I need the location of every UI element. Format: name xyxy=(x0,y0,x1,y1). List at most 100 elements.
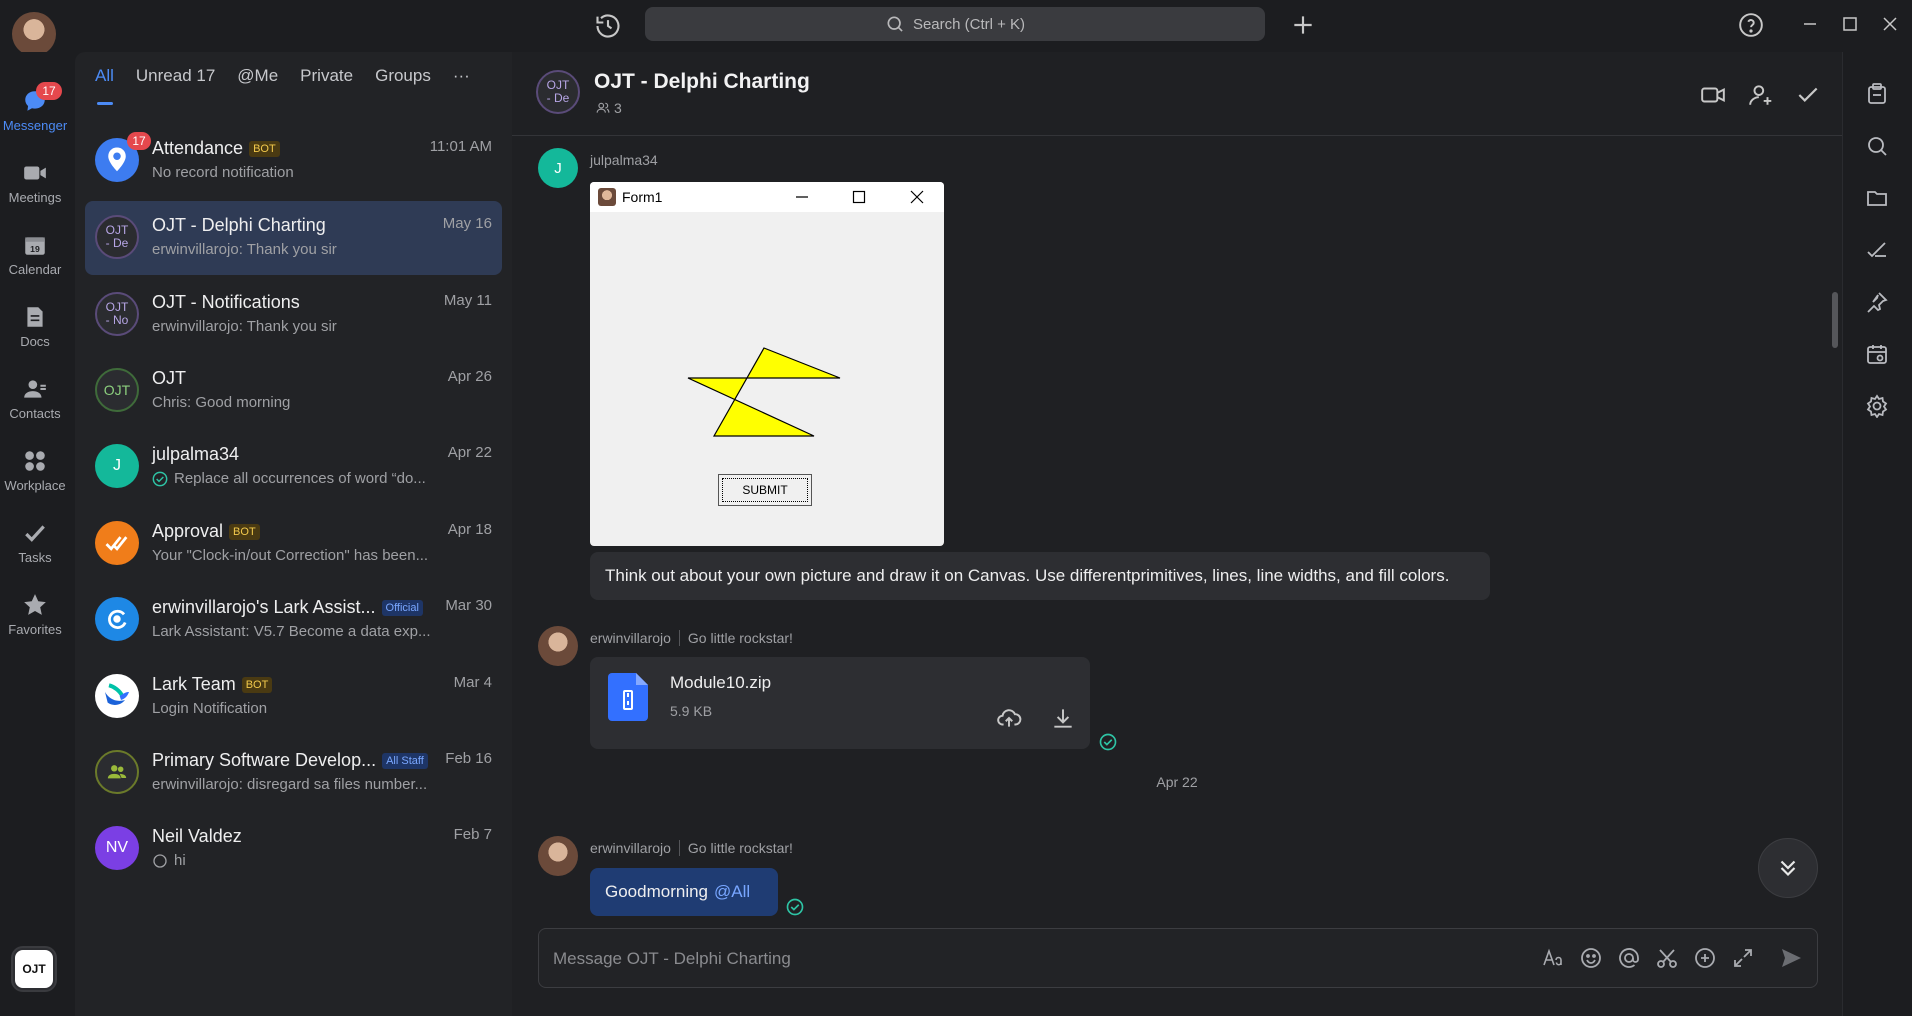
video-call-icon[interactable] xyxy=(1700,82,1726,108)
app-navigation-rail: Messenger 17 Meetings 19 Calendar Docs C… xyxy=(0,52,70,1016)
tab-private[interactable]: Private xyxy=(300,66,353,86)
tasks-check-icon[interactable] xyxy=(1865,238,1889,262)
message-text: Think out about your own picture and dra… xyxy=(605,566,1450,585)
group-avatar: OJT - No xyxy=(95,292,139,336)
chat-item-ojt[interactable]: OJT OJT Chris: Good morning Apr 26 xyxy=(85,354,502,428)
file-size: 5.9 KB xyxy=(670,703,713,719)
gear-icon[interactable] xyxy=(1865,394,1889,418)
done-check-icon[interactable] xyxy=(1795,82,1821,108)
message-bubble[interactable]: Think out about your own picture and dra… xyxy=(590,552,1490,600)
grid-icon xyxy=(22,448,48,474)
sender-name[interactable]: erwinvillarojo xyxy=(590,840,671,856)
sender-avatar[interactable] xyxy=(538,836,578,876)
message-composer xyxy=(538,928,1818,988)
scissors-icon[interactable] xyxy=(1655,946,1679,970)
chat-name: erwinvillarojo's Lark Assist... xyxy=(152,597,376,617)
help-icon[interactable] xyxy=(1738,12,1764,38)
chat-item-ojt-delphi-charting[interactable]: OJT - De OJT - Delphi Charting erwinvilla… xyxy=(85,201,502,275)
organization-logo[interactable]: OJT xyxy=(13,948,55,990)
sender-name[interactable]: julpalma34 xyxy=(590,152,658,168)
checkmark-icon xyxy=(22,520,48,546)
mention-icon[interactable] xyxy=(1617,946,1641,970)
close-icon[interactable] xyxy=(1878,12,1902,36)
tab-mentions[interactable]: @Me xyxy=(237,66,278,86)
scrollbar[interactable] xyxy=(1832,292,1838,348)
unread-badge: 17 xyxy=(127,132,151,150)
folder-icon[interactable] xyxy=(1865,186,1889,210)
send-icon[interactable] xyxy=(1779,946,1803,970)
nav-workplace[interactable]: Workplace xyxy=(0,442,70,502)
group-avatar[interactable]: OJT - De xyxy=(536,70,580,114)
chat-item-lark-team[interactable]: Lark Team BOT Login Notification Mar 4 xyxy=(85,660,502,734)
clipboard-icon[interactable] xyxy=(1865,82,1889,106)
nav-favorites[interactable]: Favorites xyxy=(0,586,70,646)
nav-meetings[interactable]: Meetings xyxy=(0,154,70,214)
text-format-icon[interactable] xyxy=(1541,946,1565,970)
search-input[interactable]: Search (Ctrl + K) xyxy=(645,7,1265,41)
add-member-icon[interactable] xyxy=(1748,82,1774,108)
filter-tabs: All Unread 17 @Me Private Groups ··· xyxy=(95,66,470,86)
form-maximize-icon xyxy=(852,190,866,204)
nav-messenger[interactable]: Messenger 17 xyxy=(0,82,70,142)
tab-all[interactable]: All xyxy=(95,66,114,86)
conversation-header: OJT - De OJT - Delphi Charting 3 xyxy=(512,52,1842,136)
chat-item-ojt-notifications[interactable]: OJT - No OJT - Notifications erwinvillaro… xyxy=(85,278,502,352)
nav-calendar[interactable]: 19 Calendar xyxy=(0,226,70,286)
plus-icon[interactable] xyxy=(1290,12,1316,38)
all-staff-tag: All Staff xyxy=(382,752,428,769)
download-icon[interactable] xyxy=(1050,705,1076,731)
message-text: Goodmorning xyxy=(605,882,709,901)
form-screenshot-image[interactable]: Form1 SUBMIT xyxy=(590,182,944,546)
form-minimize-icon xyxy=(796,196,808,198)
more-tabs-button[interactable]: ··· xyxy=(453,66,470,86)
scroll-to-bottom-button[interactable] xyxy=(1758,838,1818,898)
sender-name[interactable]: erwinvillarojo xyxy=(590,630,671,646)
sender-avatar[interactable] xyxy=(538,626,578,666)
nav-contacts-label: Contacts xyxy=(9,406,61,421)
user-avatar: NV xyxy=(95,826,139,870)
chat-item-primary-software-development[interactable]: Primary Software Develop... All Staff erw… xyxy=(85,736,502,810)
video-camera-icon xyxy=(22,160,48,186)
search-icon[interactable] xyxy=(1865,134,1889,158)
nav-calendar-label: Calendar xyxy=(8,262,62,277)
assistant-icon xyxy=(95,597,139,641)
calendar-settings-icon[interactable] xyxy=(1865,342,1889,366)
maximize-icon[interactable] xyxy=(1838,12,1862,36)
message-bubble[interactable]: Goodmorning @All xyxy=(590,868,778,916)
bot-tag: BOT xyxy=(229,523,260,540)
chat-item-neil-valdez[interactable]: NV Neil Valdez hi Feb 7 xyxy=(85,812,502,886)
form-close-icon xyxy=(910,190,924,204)
pin-icon[interactable] xyxy=(1865,290,1889,314)
chat-item-julpalma34[interactable]: J julpalma34 Replace all occurrences of … xyxy=(85,430,502,504)
expand-icon[interactable] xyxy=(1731,946,1755,970)
chat-item-attendance[interactable]: 17 Attendance BOT No record notification … xyxy=(85,124,502,198)
tab-unread[interactable]: Unread 17 xyxy=(136,66,215,86)
add-circle-icon[interactable] xyxy=(1693,946,1717,970)
emoji-icon[interactable] xyxy=(1579,946,1603,970)
chat-item-approval[interactable]: Approval BOT Your "Clock-in/out Correctio… xyxy=(85,507,502,581)
nav-workplace-label: Workplace xyxy=(4,478,66,493)
nav-docs[interactable]: Docs xyxy=(0,298,70,358)
chat-name: Attendance xyxy=(152,138,244,158)
nav-messenger-label: Messenger xyxy=(2,118,68,133)
chat-preview: erwinvillarojo: Thank you sir xyxy=(152,318,337,335)
nav-tasks[interactable]: Tasks xyxy=(0,514,70,574)
chat-preview: Lark Assistant: V5.7 Become a data exp..… xyxy=(152,623,431,640)
chat-item-lark-assistant[interactable]: erwinvillarojo's Lark Assist... Official … xyxy=(85,583,502,657)
sender-avatar[interactable]: J xyxy=(538,148,578,188)
cloud-upload-icon[interactable] xyxy=(996,705,1022,731)
history-icon[interactable] xyxy=(594,12,622,40)
conversation-title[interactable]: OJT - Delphi Charting xyxy=(594,70,810,94)
tab-groups[interactable]: Groups xyxy=(375,66,431,86)
message-input[interactable] xyxy=(553,947,1333,971)
nav-contacts[interactable]: Contacts xyxy=(0,370,70,430)
user-avatar[interactable] xyxy=(12,12,56,56)
user-avatar: J xyxy=(95,444,139,488)
chat-preview: Login Notification xyxy=(152,700,268,717)
minimize-icon[interactable] xyxy=(1798,12,1822,36)
read-check-icon xyxy=(152,471,168,486)
right-toolbar xyxy=(1842,52,1912,1016)
mention-all[interactable]: @All xyxy=(714,882,750,902)
member-count[interactable]: 3 xyxy=(596,100,622,116)
file-attachment[interactable]: Module10.zip 5.9 KB xyxy=(590,657,1090,749)
